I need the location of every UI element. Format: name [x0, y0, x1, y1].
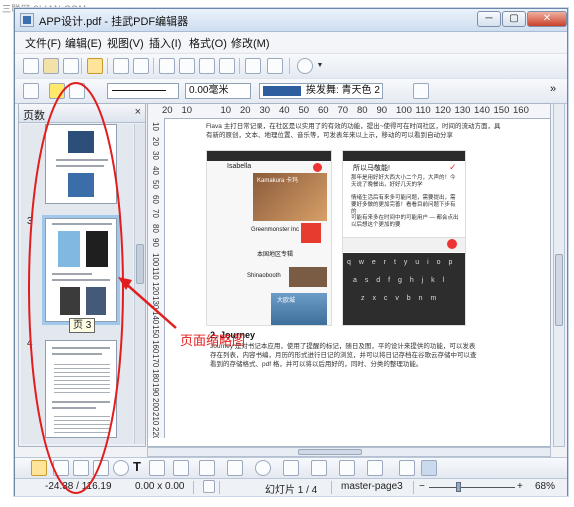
annotation-arrow — [123, 281, 177, 329]
annotation-label: 页面缩略图 — [180, 333, 246, 348]
annotation-ellipse — [28, 82, 124, 494]
annotation-overlay — [28, 82, 177, 494]
